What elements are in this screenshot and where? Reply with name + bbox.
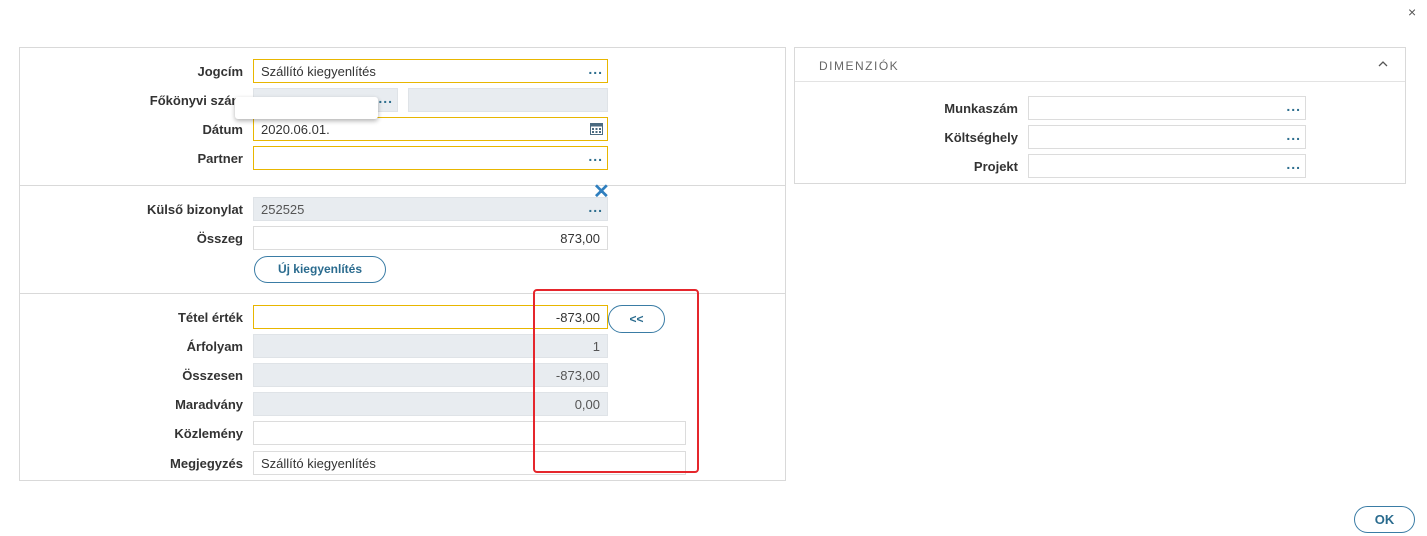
jogcim-field[interactable]: Szállító kiegyenlítés ... <box>253 59 608 83</box>
maradvany-value: 0,00 <box>574 397 600 412</box>
close-icon[interactable]: × <box>1408 4 1416 20</box>
calendar-icon[interactable] <box>590 122 603 135</box>
more-icon[interactable]: ... <box>378 91 393 106</box>
jogcim-label: Jogcím <box>197 64 243 79</box>
ok-button[interactable]: OK <box>1354 506 1415 533</box>
kozlemeny-field[interactable] <box>253 421 686 445</box>
partner-field[interactable]: ... <box>253 146 608 170</box>
uj-kiegyenlites-button[interactable]: Új kiegyenlítés <box>254 256 386 283</box>
partner-label: Partner <box>197 151 243 166</box>
more-icon[interactable]: ... <box>1286 157 1301 172</box>
tetel-ertek-value: -873,00 <box>555 310 600 325</box>
fokonyvi-szam-name-field <box>408 88 608 112</box>
kulso-bizonylat-label: Külső bizonylat <box>146 202 243 217</box>
maradvany-field: 0,00 <box>253 392 608 416</box>
tetel-ertek-label: Tétel érték <box>177 310 243 325</box>
arfolyam-field: 1 <box>253 334 608 358</box>
datum-value: 2020.06.01. <box>261 122 330 137</box>
arfolyam-value: 1 <box>592 339 600 354</box>
datum-label: Dátum <box>202 122 243 137</box>
arfolyam-label: Árfolyam <box>186 339 243 354</box>
clear-icon[interactable]: ✕ <box>593 179 610 204</box>
dimensions-title: DIMENZIÓK <box>819 59 900 73</box>
megjegyzes-label: Megjegyzés <box>170 456 243 471</box>
partner-autocomplete-popup <box>235 97 378 119</box>
osszeg-label: Összeg <box>196 231 243 246</box>
osszeg-field[interactable]: 873,00 <box>253 226 608 250</box>
more-icon[interactable]: ... <box>588 149 603 164</box>
more-icon[interactable]: ... <box>1286 99 1301 114</box>
copy-value-button[interactable]: << <box>608 305 665 333</box>
koltseghely-field[interactable]: ... <box>1028 125 1306 149</box>
kulso-bizonylat-field[interactable]: 252525 ... <box>253 197 608 221</box>
more-icon[interactable]: ... <box>588 62 603 77</box>
megjegyzes-value: Szállító kiegyenlítés <box>261 456 376 471</box>
maradvany-label: Maradvány <box>175 397 243 412</box>
koltseghely-label: Költséghely <box>944 130 1018 145</box>
tetel-ertek-field[interactable]: -873,00 <box>253 305 608 329</box>
projekt-label: Projekt <box>973 159 1018 174</box>
osszesen-value: -873,00 <box>555 368 600 383</box>
projekt-field[interactable]: ... <box>1028 154 1306 178</box>
kozlemeny-label: Közlemény <box>174 426 243 441</box>
megjegyzes-field[interactable]: Szállító kiegyenlítés <box>253 451 686 475</box>
fokonyvi-szam-label: Főkönyvi szám <box>149 93 243 108</box>
munkaszam-field[interactable]: ... <box>1028 96 1306 120</box>
osszesen-field: -873,00 <box>253 363 608 387</box>
osszesen-label: Összesen <box>182 368 243 383</box>
munkaszam-label: Munkaszám <box>944 101 1018 116</box>
dimensions-header[interactable]: DIMENZIÓK <box>795 48 1405 82</box>
kulso-bizonylat-value: 252525 <box>261 202 305 217</box>
chevron-up-icon[interactable] <box>1377 58 1389 70</box>
osszeg-value: 873,00 <box>560 231 600 246</box>
more-icon[interactable]: ... <box>1286 128 1301 143</box>
section-divider <box>20 185 785 186</box>
jogcim-value: Szállító kiegyenlítés <box>261 64 376 79</box>
section-divider <box>20 293 785 294</box>
datum-field[interactable]: 2020.06.01. <box>253 117 608 141</box>
